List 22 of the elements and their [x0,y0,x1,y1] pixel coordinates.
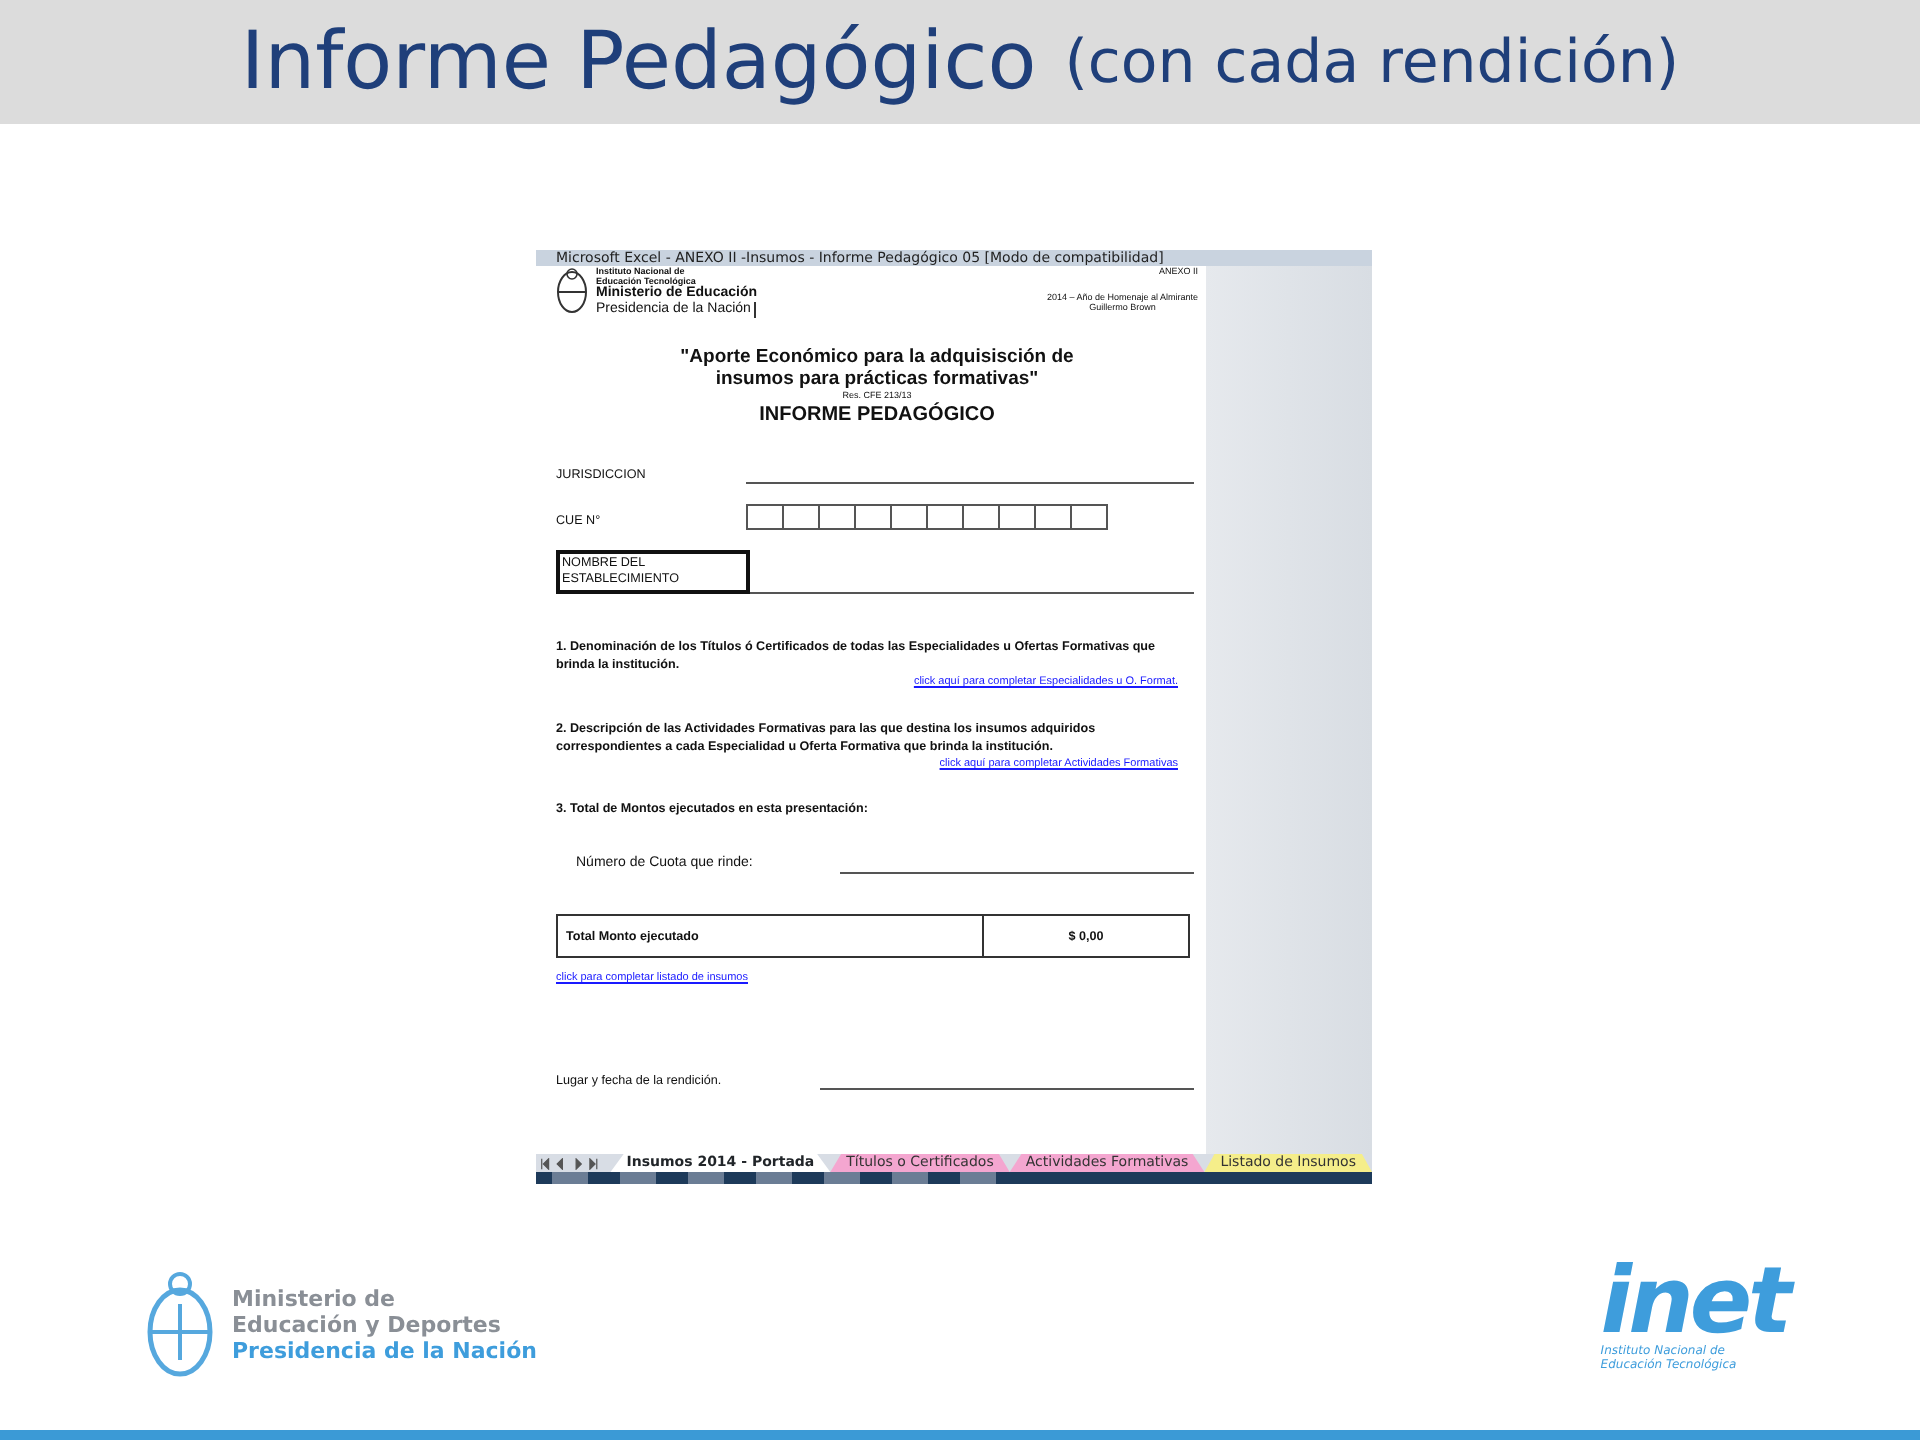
form-heading: INFORME PEDAGÓGICO [759,400,995,430]
presidency-logo-text: Presidencia de la Nación [232,1337,537,1363]
ministry-logo-text: Ministerio de [232,1285,398,1311]
digit-box[interactable] [1034,504,1072,531]
coat-of-arms-icon [556,266,588,314]
digit-box[interactable] [1070,504,1108,531]
digit-box[interactable] [926,504,964,531]
slide-title: Informe Pedagógico [240,14,1037,110]
form-title: insumos para prácticas formativas" [715,368,1039,390]
coat-of-arms-icon [144,1268,216,1380]
inet-wordmark: inet [1600,1256,1788,1344]
digit-box[interactable] [890,504,928,531]
digit-box[interactable] [854,504,892,531]
digit-box[interactable] [746,504,784,531]
digit-box[interactable] [998,504,1036,531]
ministry-logo-text: Educación y Deportes [232,1311,503,1337]
digit-box[interactable] [782,504,820,531]
digit-box[interactable] [962,504,1000,531]
digit-box[interactable] [818,504,856,531]
form-title: "Aporte Económico para la adquisisción de [680,346,1074,368]
sheet-nav-arrows-icon[interactable] [540,1157,599,1169]
slide-subtitle: (con cada rendición) [1064,25,1680,101]
